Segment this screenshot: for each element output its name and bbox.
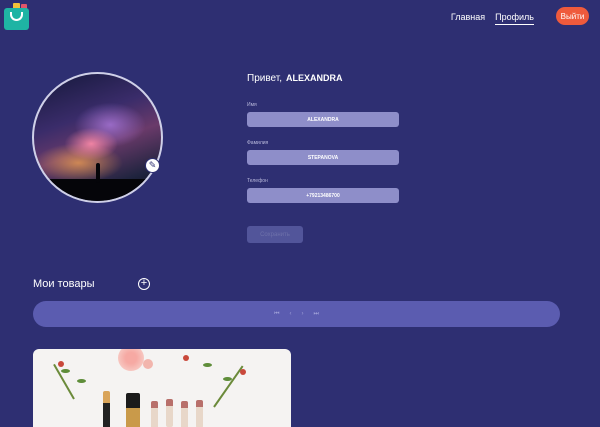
- product-image-bud: [143, 359, 153, 369]
- product-image-stem: [213, 365, 244, 408]
- last-name-label: Фамилия: [247, 140, 269, 146]
- avatar: [32, 72, 163, 203]
- product-image-leaf: [77, 379, 86, 383]
- product-image-berry: [183, 355, 189, 361]
- next-page-icon[interactable]: ›: [302, 311, 304, 317]
- products-title: Мои товары: [33, 278, 95, 290]
- greeting-name: ALEXANDRA: [286, 73, 343, 83]
- product-image-brush: [103, 391, 110, 427]
- first-name-field[interactable]: ALEXANDRA: [247, 112, 399, 127]
- plus-icon: +: [140, 277, 148, 289]
- pencil-icon: ✎: [148, 160, 157, 170]
- nav-home-link[interactable]: Главная: [451, 12, 485, 25]
- greeting-text: Привет,: [247, 73, 283, 84]
- product-image-lipstick: [196, 400, 203, 427]
- nav-profile-link[interactable]: Профиль: [495, 12, 534, 25]
- save-button[interactable]: Сохранить: [247, 226, 303, 243]
- product-image-leaf: [223, 377, 232, 381]
- pagination: ⏮ ‹ › ⏭: [33, 301, 560, 327]
- product-image-leaf: [61, 369, 70, 373]
- last-name-field[interactable]: STEPANOVA: [247, 150, 399, 165]
- prev-page-icon[interactable]: ‹: [290, 311, 292, 317]
- main-nav: Главная Профиль: [451, 12, 534, 25]
- logo-icon[interactable]: [4, 3, 29, 30]
- first-page-icon[interactable]: ⏮: [274, 311, 279, 318]
- logout-button[interactable]: Выйти: [556, 7, 589, 25]
- add-product-button[interactable]: +: [138, 278, 150, 290]
- product-image-lipstick: [166, 399, 173, 427]
- phone-label: Телефон: [247, 178, 268, 184]
- product-image-berry: [240, 369, 246, 375]
- product-image-leaf: [203, 363, 212, 367]
- first-name-label: Имя: [247, 102, 257, 108]
- phone-field[interactable]: +79213486700: [247, 188, 399, 203]
- product-image-lipstick: [151, 401, 158, 427]
- product-image-berry: [58, 361, 64, 367]
- product-image-flower: [118, 349, 144, 371]
- edit-avatar-button[interactable]: ✎: [145, 158, 160, 173]
- greeting: Привет, ALEXANDRA: [247, 73, 343, 84]
- product-card[interactable]: [33, 349, 291, 427]
- product-image-lipstick: [181, 401, 188, 427]
- product-image-bottle: [126, 393, 140, 427]
- last-page-icon[interactable]: ⏭: [314, 311, 319, 318]
- avatar-silhouette: [96, 163, 100, 183]
